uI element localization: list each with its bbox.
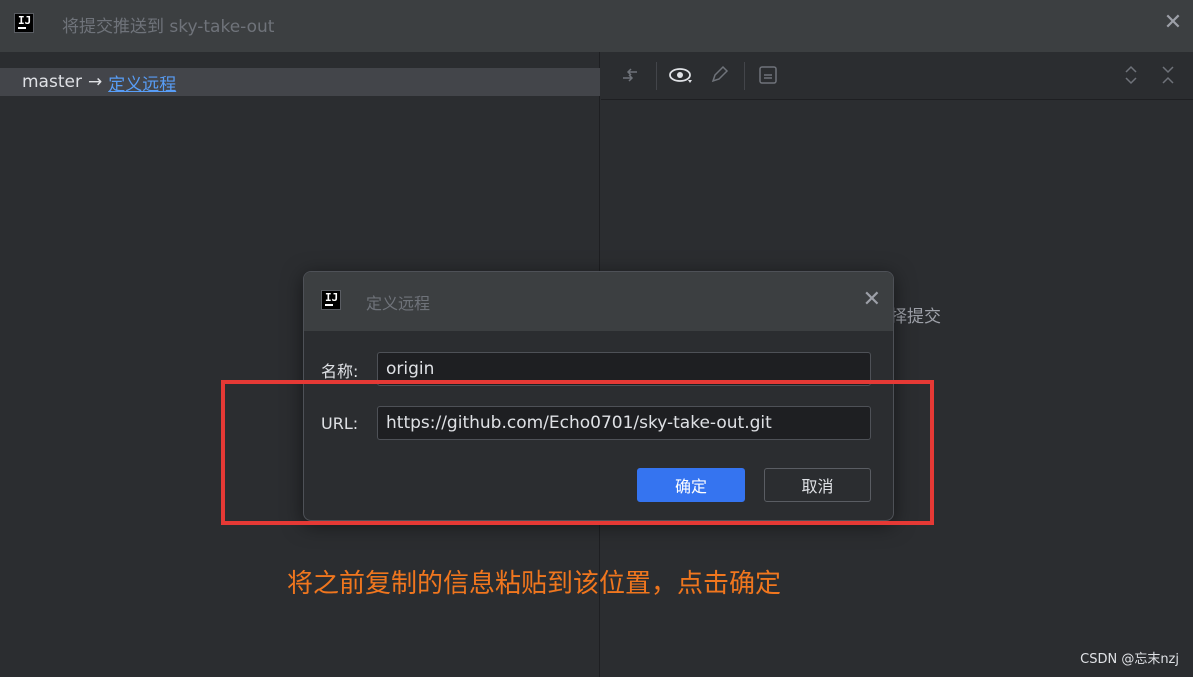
diff-icon[interactable] xyxy=(619,64,641,92)
local-branch-name: master xyxy=(22,72,82,92)
push-arrow-icon: → xyxy=(87,72,103,92)
intellij-logo-icon: IJ xyxy=(14,13,34,33)
window-title: 将提交推送到 sky-take-out xyxy=(62,17,275,37)
highlight-box xyxy=(221,380,934,525)
intellij-logo-icon: IJ xyxy=(321,290,341,310)
branch-row[interactable]: master → 定义远程 xyxy=(0,68,600,96)
toolbar-separator xyxy=(744,62,745,90)
annotation-text: 将之前复制的信息粘贴到该位置，点击确定 xyxy=(287,569,782,599)
edit-icon[interactable] xyxy=(708,64,730,92)
dialog-title: 定义远程 xyxy=(366,294,431,313)
collapse-icon[interactable] xyxy=(1158,64,1178,92)
define-remote-link[interactable]: 定义远程 xyxy=(108,70,176,95)
toolbar-separator xyxy=(656,62,657,90)
window-close-icon[interactable]: ✕ xyxy=(1161,10,1185,35)
dialog-close-icon[interactable]: ✕ xyxy=(863,287,881,312)
name-label: 名称: xyxy=(321,362,359,381)
window-titlebar: IJ 将提交推送到 sky-take-out ✕ xyxy=(0,0,1193,52)
dialog-header: IJ 定义远程 ✕ xyxy=(304,272,893,331)
expand-icon[interactable] xyxy=(1121,64,1141,92)
empty-state-text: 择提交 xyxy=(890,307,941,327)
eye-icon[interactable] xyxy=(669,64,695,92)
csdn-watermark: CSDN @忘末nzj xyxy=(1080,652,1179,667)
panel-icon[interactable] xyxy=(757,64,779,92)
changes-toolbar xyxy=(601,52,1193,100)
